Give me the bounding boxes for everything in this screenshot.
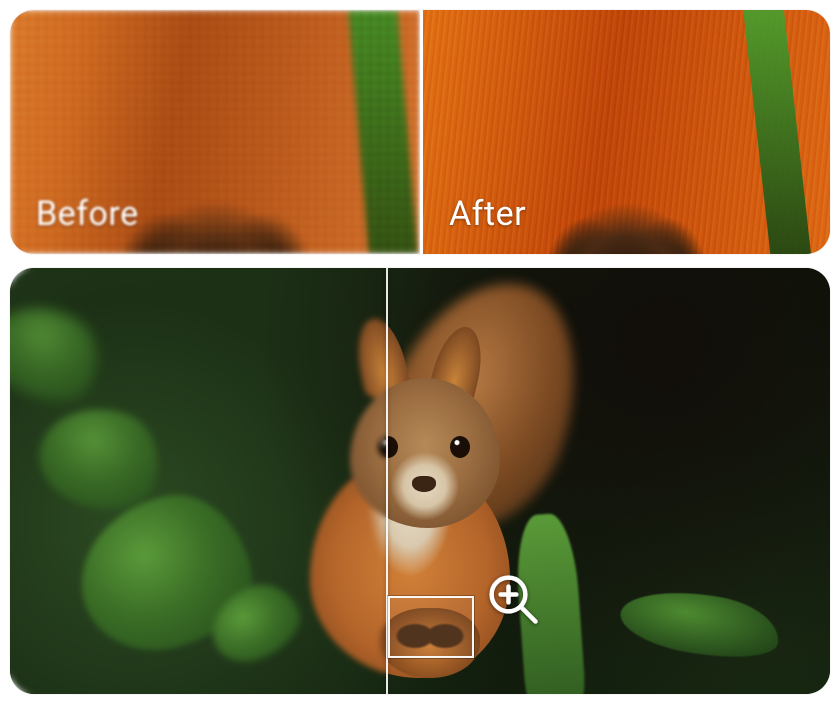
- foliage: [616, 581, 784, 668]
- zoom-in-icon[interactable]: [486, 572, 540, 626]
- before-label: Before: [10, 194, 139, 254]
- before-after-closeup: Before After: [10, 10, 830, 254]
- squirrel-nose: [412, 476, 436, 492]
- after-label: After: [423, 194, 526, 254]
- zoom-region-indicator[interactable]: [388, 596, 474, 658]
- squirrel-eye: [450, 436, 470, 458]
- before-panel: Before: [10, 10, 420, 254]
- comparison-slider[interactable]: [10, 268, 830, 694]
- after-panel: After: [420, 10, 830, 254]
